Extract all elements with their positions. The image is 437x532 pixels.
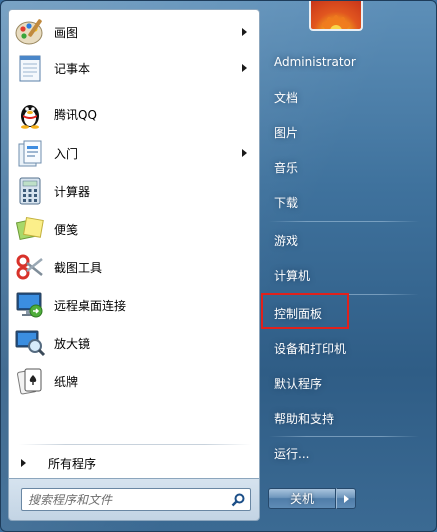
program-item-paint[interactable]: 画图 xyxy=(11,14,257,50)
search-box[interactable] xyxy=(21,488,251,511)
program-item-solitaire[interactable]: 纸牌 xyxy=(11,363,257,399)
expand-arrow-icon xyxy=(21,459,26,467)
right-item-label: 游戏 xyxy=(274,233,299,248)
program-label: 放大镜 xyxy=(54,336,91,351)
right-item-label: 计算机 xyxy=(274,268,311,283)
program-label: 便笺 xyxy=(54,222,79,237)
program-item-snipping-tool[interactable]: 截图工具 xyxy=(11,249,257,285)
submenu-arrow-icon[interactable] xyxy=(242,149,247,157)
search-icon[interactable] xyxy=(230,492,246,508)
right-item-run[interactable]: 运行... xyxy=(267,440,417,466)
paint-icon xyxy=(14,16,46,48)
user-name-link[interactable]: Administrator xyxy=(267,49,417,75)
program-label: 纸牌 xyxy=(54,374,79,389)
program-item-sticky-notes[interactable]: 便笺 xyxy=(11,211,257,247)
highlight-annotation-box xyxy=(261,293,349,329)
right-item-pictures[interactable]: 图片 xyxy=(267,119,417,145)
right-item-default-programs[interactable]: 默认程序 xyxy=(267,370,417,396)
program-item-remote-desktop[interactable]: 远程桌面连接 xyxy=(11,287,257,323)
program-item-getting-started[interactable]: 入门 xyxy=(11,135,257,171)
all-programs-label: 所有程序 xyxy=(48,456,97,471)
remote-desktop-icon xyxy=(14,289,46,321)
program-label: 截图工具 xyxy=(54,260,103,275)
shutdown-button[interactable]: 关机 xyxy=(268,488,336,509)
qq-penguin-icon xyxy=(14,98,46,130)
all-programs-button[interactable]: 所有程序 xyxy=(19,452,255,474)
right-item-label: 文档 xyxy=(274,90,299,105)
sticky-notes-icon xyxy=(14,213,46,245)
program-label: 记事本 xyxy=(54,61,91,76)
all-programs-divider xyxy=(19,444,251,445)
magnifier-icon xyxy=(14,327,46,359)
right-item-devices-printers[interactable]: 设备和打印机 xyxy=(267,335,417,361)
getting-started-icon xyxy=(14,137,46,169)
program-item-magnifier[interactable]: 放大镜 xyxy=(11,325,257,361)
right-divider xyxy=(269,436,419,437)
solitaire-icon xyxy=(14,365,46,397)
right-item-downloads[interactable]: 下载 xyxy=(267,189,417,215)
right-item-label: 图片 xyxy=(274,125,299,140)
program-label: 计算器 xyxy=(54,184,91,199)
notepad-icon xyxy=(14,52,46,84)
calculator-icon xyxy=(14,175,46,207)
start-menu: 画图 记事本 腾讯QQ 入门 计算器 便笺 截图工具 远程桌面连接 放大镜 纸牌… xyxy=(0,0,437,532)
right-item-label: 默认程序 xyxy=(274,376,323,391)
program-label: 入门 xyxy=(54,146,79,161)
shutdown-label: 关机 xyxy=(289,492,314,506)
program-label: 画图 xyxy=(54,25,79,40)
right-item-help-support[interactable]: 帮助和支持 xyxy=(267,405,417,431)
right-item-label: 帮助和支持 xyxy=(274,411,335,426)
program-item-notepad[interactable]: 记事本 xyxy=(11,50,257,86)
right-item-documents[interactable]: 文档 xyxy=(267,84,417,110)
search-input[interactable] xyxy=(22,489,222,510)
search-area xyxy=(8,479,260,521)
right-item-label: 音乐 xyxy=(274,160,299,175)
submenu-arrow-icon[interactable] xyxy=(242,28,247,36)
right-item-label: 运行... xyxy=(274,446,310,461)
right-item-games[interactable]: 游戏 xyxy=(267,227,417,253)
program-item-qq[interactable]: 腾讯QQ xyxy=(11,96,257,132)
right-item-label: 设备和打印机 xyxy=(274,341,347,356)
right-divider xyxy=(269,221,419,222)
right-item-computer[interactable]: 计算机 xyxy=(267,262,417,288)
program-label: 腾讯QQ xyxy=(54,107,97,122)
snipping-tool-icon xyxy=(14,251,46,283)
submenu-arrow-icon[interactable] xyxy=(242,64,247,72)
user-name: Administrator xyxy=(274,55,356,69)
program-item-calculator[interactable]: 计算器 xyxy=(11,173,257,209)
right-item-music[interactable]: 音乐 xyxy=(267,154,417,180)
programs-pane: 画图 记事本 腾讯QQ 入门 计算器 便笺 截图工具 远程桌面连接 放大镜 纸牌… xyxy=(8,9,260,479)
user-account-picture[interactable] xyxy=(309,1,363,31)
program-label: 远程桌面连接 xyxy=(54,298,127,313)
right-item-label: 下载 xyxy=(274,195,299,210)
shutdown-options-arrow-icon[interactable] xyxy=(336,488,356,509)
